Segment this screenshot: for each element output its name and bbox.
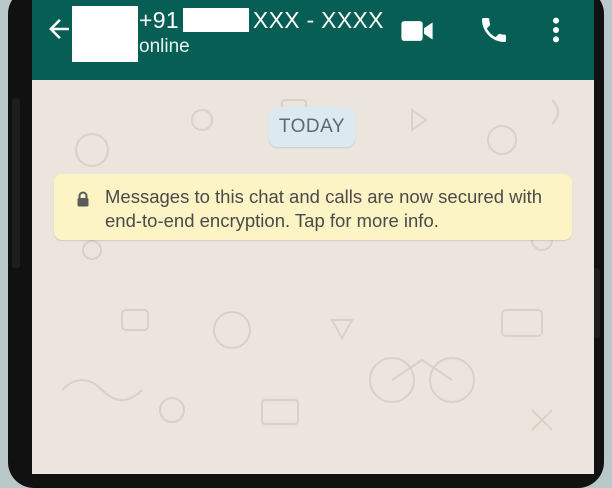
contact-name[interactable]: +91 XXX - XXXX	[139, 4, 384, 36]
contact-avatar[interactable]	[72, 6, 138, 62]
encryption-message: Messages to this chat and calls are now …	[105, 186, 543, 231]
chat-header: +91 XXX - XXXX online	[32, 0, 594, 80]
lock-icon	[77, 191, 89, 207]
date-chip: TODAY	[269, 107, 355, 147]
more-vertical-icon[interactable]	[550, 16, 562, 44]
phone-prefix: +91	[139, 6, 179, 33]
encryption-notice[interactable]: Messages to this chat and calls are now …	[54, 174, 572, 240]
phone-icon[interactable]	[478, 14, 510, 46]
chat-screen: +91 XXX - XXXX online TODAY Messages to …	[32, 0, 594, 474]
arrow-left-icon[interactable]	[44, 14, 74, 44]
phone-frame: +91 XXX - XXXX online TODAY Messages to …	[8, 0, 604, 488]
video-camera-icon[interactable]	[400, 18, 434, 44]
contact-status: online	[139, 36, 190, 57]
redacted-block	[182, 8, 249, 32]
phone-side-button	[12, 98, 20, 268]
phone-suffix: XXX - XXXX	[252, 6, 384, 33]
